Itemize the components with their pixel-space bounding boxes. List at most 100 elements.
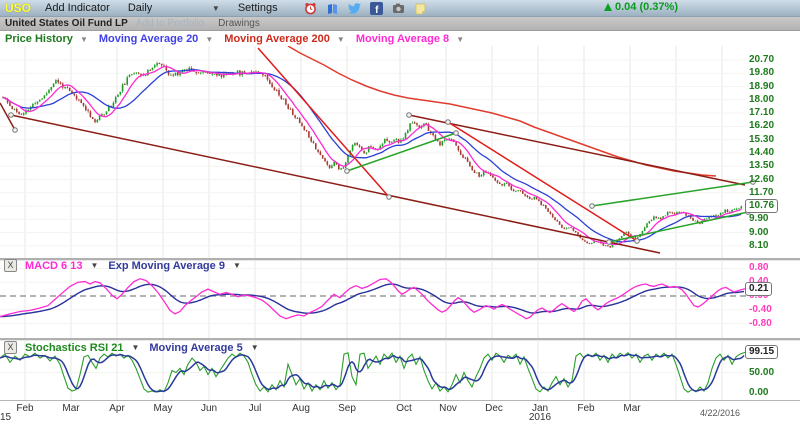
toolbar-icons: f (304, 2, 427, 15)
trendline-anchor[interactable] (607, 240, 612, 245)
trendline-anchor[interactable] (590, 204, 595, 209)
ma8-menu[interactable]: Moving Average 8 ▼ (356, 33, 464, 45)
add-indicator-button[interactable]: Add Indicator (45, 2, 110, 14)
green-trendline[interactable] (592, 182, 753, 206)
macd-axis-label: -0.40 (749, 304, 772, 315)
time-axis-month: Feb (16, 404, 33, 413)
price-chart[interactable] (0, 46, 760, 258)
price-axis-label: 8.10 (749, 240, 768, 251)
chart-app-window: { "toolbar": { "symbol": "USO", "add_ind… (0, 0, 800, 423)
drawings-button[interactable]: Drawings (218, 18, 260, 29)
ma8-label: Moving Average 8 (356, 33, 449, 45)
facebook-icon[interactable]: f (370, 2, 383, 15)
macd-close-button[interactable]: X (4, 259, 17, 272)
chevron-down-icon: ▼ (205, 35, 213, 44)
macd-subtitle[interactable]: Exp Moving Average 9 (108, 260, 225, 272)
time-axis-month: Jan2016 (529, 404, 551, 422)
trendline-anchor[interactable] (13, 128, 18, 133)
time-axis-month: Aug (292, 404, 310, 413)
stoch-value-box: 99.15 (745, 345, 778, 359)
stoch-panel-header: X Stochastics RSI 21 ▼ Moving Average 5 … (4, 341, 269, 354)
stoch-title[interactable]: Stochastics RSI 21 (25, 342, 123, 354)
macd-title[interactable]: MACD 6 13 (25, 260, 82, 272)
stoch-axis-label: 50.00 (749, 367, 774, 378)
change-value: 0.04 (0.37%) (615, 1, 678, 13)
macd-panel-header: X MACD 6 13 ▼ Exp Moving Average 9 ▼ (4, 259, 251, 272)
price-history-label: Price History (5, 33, 73, 45)
time-axis-month: Jul (249, 404, 262, 413)
chevron-down-icon[interactable]: ▼ (131, 343, 139, 352)
alarm-clock-icon[interactable] (304, 2, 317, 15)
time-axis-month: Sep (338, 404, 356, 413)
price-axis-label: 18.00 (749, 94, 774, 105)
price-axis-label: 17.10 (749, 107, 774, 118)
macd-axis-label: 0.80 (749, 262, 768, 273)
stoch-close-button[interactable]: X (4, 341, 17, 354)
add-to-portfolio-link[interactable]: Add to Portfolio (136, 18, 204, 29)
maroon-trendline[interactable] (409, 115, 745, 185)
price-axis-label: 15.30 (749, 134, 774, 145)
indicator-bar: Price History ▼ Moving Average 20 ▼ Movi… (0, 31, 800, 46)
stoch-ma-line (0, 355, 744, 392)
price-axis-label: 11.70 (749, 187, 773, 198)
price-axis-label: 9.90 (749, 213, 768, 224)
company-name: United States Oil Fund LP (5, 18, 128, 29)
chevron-down-icon: ▼ (212, 4, 220, 13)
time-axis-month: Mar (62, 404, 79, 413)
trendline-anchor[interactable] (407, 113, 412, 118)
price-axis-label: 20.70 (749, 54, 774, 65)
trendline-anchor[interactable] (635, 239, 640, 244)
time-axis[interactable]: 15 4/22/2016 Feb Mar Apr May Jun Jul Aug Sep Oct… (0, 400, 800, 424)
trendline-anchor[interactable] (345, 169, 350, 174)
note-icon[interactable] (414, 2, 427, 15)
chevron-down-icon[interactable]: ▼ (233, 261, 241, 270)
symbol-label[interactable]: USO (5, 1, 31, 15)
chevron-down-icon: ▼ (337, 35, 345, 44)
chart-book-icon[interactable] (326, 2, 339, 15)
time-axis-month: Mar (623, 404, 640, 413)
price-axis-label: 18.90 (749, 81, 774, 92)
trendline-anchor[interactable] (454, 131, 459, 136)
time-axis-month: Oct (396, 404, 412, 413)
date-label: 4/22/2016 (700, 408, 740, 418)
stoch-subtitle[interactable]: Moving Average 5 (149, 342, 242, 354)
ma20-label: Moving Average 20 (99, 33, 198, 45)
macd-value-box: 0.21 (745, 282, 772, 296)
year-label: 15 (0, 412, 11, 423)
twitter-icon[interactable] (348, 2, 361, 15)
trendline-anchor[interactable] (9, 113, 14, 118)
camera-icon[interactable] (392, 2, 405, 15)
time-axis-month: Jun (201, 404, 217, 413)
red-trendline[interactable] (258, 48, 389, 197)
chevron-down-icon[interactable]: ▼ (251, 343, 259, 352)
price-axis-label: 13.50 (749, 160, 774, 171)
timeframe-value: Daily (128, 2, 152, 14)
ma200-label: Moving Average 200 (224, 33, 330, 45)
up-arrow-icon (604, 3, 612, 11)
price-history-menu[interactable]: Price History ▼ (5, 33, 88, 45)
candlestick-series (2, 62, 742, 248)
time-axis-month: Apr (109, 404, 125, 413)
current-price-box: 10.76 (745, 199, 778, 213)
timeframe-select[interactable]: Daily ▼ (128, 2, 220, 14)
macd-line (0, 279, 745, 319)
trendline-anchor[interactable] (446, 120, 451, 125)
top-toolbar: USO Add Indicator Daily ▼ Settings f (0, 0, 800, 17)
settings-button[interactable]: Settings (238, 2, 278, 14)
time-axis-month: May (154, 404, 173, 413)
chevron-down-icon: ▼ (80, 35, 88, 44)
ma20-line (3, 70, 741, 242)
macd-axis-label: -0.80 (749, 318, 772, 329)
ma200-menu[interactable]: Moving Average 200 ▼ (224, 33, 345, 45)
time-axis-month: Feb (577, 404, 594, 413)
price-grid (0, 46, 746, 258)
ma20-menu[interactable]: Moving Average 20 ▼ (99, 33, 213, 45)
daily-change: 0.04 (0.37%) (604, 1, 678, 13)
price-axis-label: 12.60 (749, 174, 774, 185)
price-axis-label: 9.00 (749, 227, 768, 238)
trendline-anchor[interactable] (387, 195, 392, 200)
price-axis-label: 16.20 (749, 120, 774, 131)
chevron-down-icon[interactable]: ▼ (90, 261, 98, 270)
time-axis-month: Nov (439, 404, 457, 413)
stoch-axis-label: 0.00 (749, 387, 768, 398)
